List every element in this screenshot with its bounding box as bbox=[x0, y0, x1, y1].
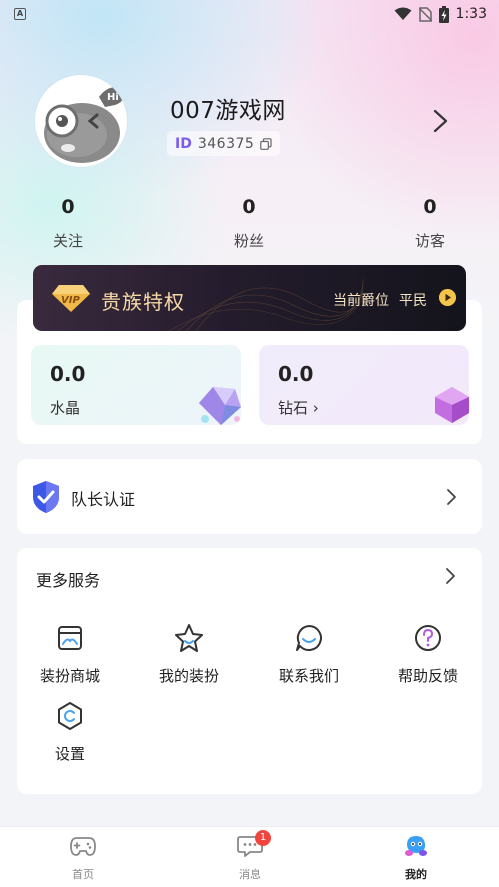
bottom-tab-bar: 首页 1 消息 我的 bbox=[0, 826, 499, 887]
status-bar: A 1:33 bbox=[0, 0, 499, 28]
tab-profile[interactable]: 我的 bbox=[376, 834, 456, 882]
tab-home-label: 首页 bbox=[72, 868, 94, 881]
vip-title: 贵族特权 bbox=[101, 290, 185, 314]
leader-cert-row[interactable]: 队长认证 bbox=[17, 459, 482, 534]
stat-fans-label: 粉丝 bbox=[233, 232, 264, 250]
mascot-avatar-icon: Hi bbox=[35, 75, 127, 167]
service-shop-label: 装扮商城 bbox=[39, 667, 100, 685]
battery-charging-icon bbox=[438, 5, 449, 23]
leader-cert-label: 队长认证 bbox=[71, 490, 136, 509]
vip-badge-text: VIP bbox=[61, 295, 80, 306]
stat-fans-value: 0 bbox=[242, 196, 256, 218]
service-shop[interactable]: 装扮商城 bbox=[15, 622, 125, 686]
diamond-chevron-icon: › bbox=[312, 399, 319, 417]
vip-diamond-icon: VIP bbox=[52, 285, 90, 312]
stat-following[interactable]: 0 关注 bbox=[28, 196, 108, 251]
vip-banner[interactable]: VIP 贵族特权 当前爵位 平民 bbox=[33, 265, 466, 331]
no-sim-icon bbox=[418, 7, 432, 22]
service-help[interactable]: 帮助反馈 bbox=[373, 622, 483, 686]
status-right: 1:33 bbox=[394, 5, 487, 23]
diamond-wallet[interactable]: 0.0 钻石 › bbox=[259, 345, 469, 425]
play-arrow-icon[interactable] bbox=[439, 289, 456, 306]
services-title: 更多服务 bbox=[36, 571, 101, 590]
stat-visitors-value: 0 bbox=[423, 196, 437, 218]
diamond-value: 0.0 bbox=[278, 362, 314, 386]
services-chevron-right-icon[interactable] bbox=[445, 567, 457, 585]
help-icon bbox=[415, 625, 441, 651]
tab-home[interactable]: 首页 bbox=[43, 834, 123, 882]
stat-fans[interactable]: 0 粉丝 bbox=[209, 196, 289, 251]
crystal-value: 0.0 bbox=[50, 362, 86, 386]
svg-text:Hi: Hi bbox=[107, 92, 119, 103]
tab-messages[interactable]: 1 消息 bbox=[210, 830, 290, 882]
crystal-wallet[interactable]: 0.0 水晶 bbox=[31, 345, 241, 425]
vip-rank-value: 平民 bbox=[399, 293, 427, 309]
service-contact-label: 联系我们 bbox=[278, 667, 339, 685]
username: 007游戏网 bbox=[170, 98, 286, 124]
service-my-outfit[interactable]: 我的装扮 bbox=[134, 622, 244, 686]
notification-a-icon: A bbox=[14, 8, 26, 20]
user-id-pill[interactable]: ID 346375 bbox=[167, 131, 281, 156]
id-tag: ID bbox=[175, 135, 192, 152]
avatar[interactable]: Hi bbox=[35, 75, 127, 167]
profile-mascot-icon bbox=[405, 836, 427, 856]
wifi-icon bbox=[394, 7, 412, 20]
settings-icon bbox=[58, 702, 82, 730]
user-id-value: 346375 bbox=[197, 135, 255, 152]
chevron-right-icon bbox=[447, 489, 456, 505]
copy-icon[interactable] bbox=[260, 137, 272, 150]
stat-following-value: 0 bbox=[61, 196, 75, 218]
shop-icon bbox=[58, 626, 82, 650]
service-settings[interactable]: 设置 bbox=[15, 700, 125, 764]
crystal-icon bbox=[199, 387, 241, 425]
service-help-label: 帮助反馈 bbox=[397, 667, 458, 685]
shield-check-icon bbox=[33, 481, 59, 513]
tab-profile-label: 我的 bbox=[405, 868, 427, 881]
stat-visitors[interactable]: 0 访客 bbox=[390, 196, 470, 251]
status-time: 1:33 bbox=[455, 6, 487, 22]
service-settings-label: 设置 bbox=[54, 745, 85, 763]
chat-smile-icon bbox=[296, 625, 322, 651]
messages-unread-badge: 1 bbox=[255, 830, 271, 846]
diamond-label: 钻石 › bbox=[278, 399, 319, 417]
stat-following-label: 关注 bbox=[52, 232, 83, 250]
stat-visitors-label: 访客 bbox=[414, 232, 445, 250]
tab-messages-label: 消息 bbox=[239, 868, 261, 881]
star-face-icon bbox=[175, 624, 203, 652]
crystal-label: 水晶 bbox=[50, 399, 81, 417]
diamond-gem-icon bbox=[435, 387, 469, 423]
gamepad-icon bbox=[70, 837, 96, 856]
services-card: 更多服务 装扮商城 我的装扮 联系我们 帮助反馈 设置 bbox=[17, 548, 482, 794]
service-contact[interactable]: 联系我们 bbox=[254, 622, 364, 686]
profile-chevron-right-icon[interactable] bbox=[432, 108, 450, 134]
service-my-outfit-label: 我的装扮 bbox=[158, 667, 219, 685]
vip-rank-label: 当前爵位 bbox=[333, 293, 389, 309]
